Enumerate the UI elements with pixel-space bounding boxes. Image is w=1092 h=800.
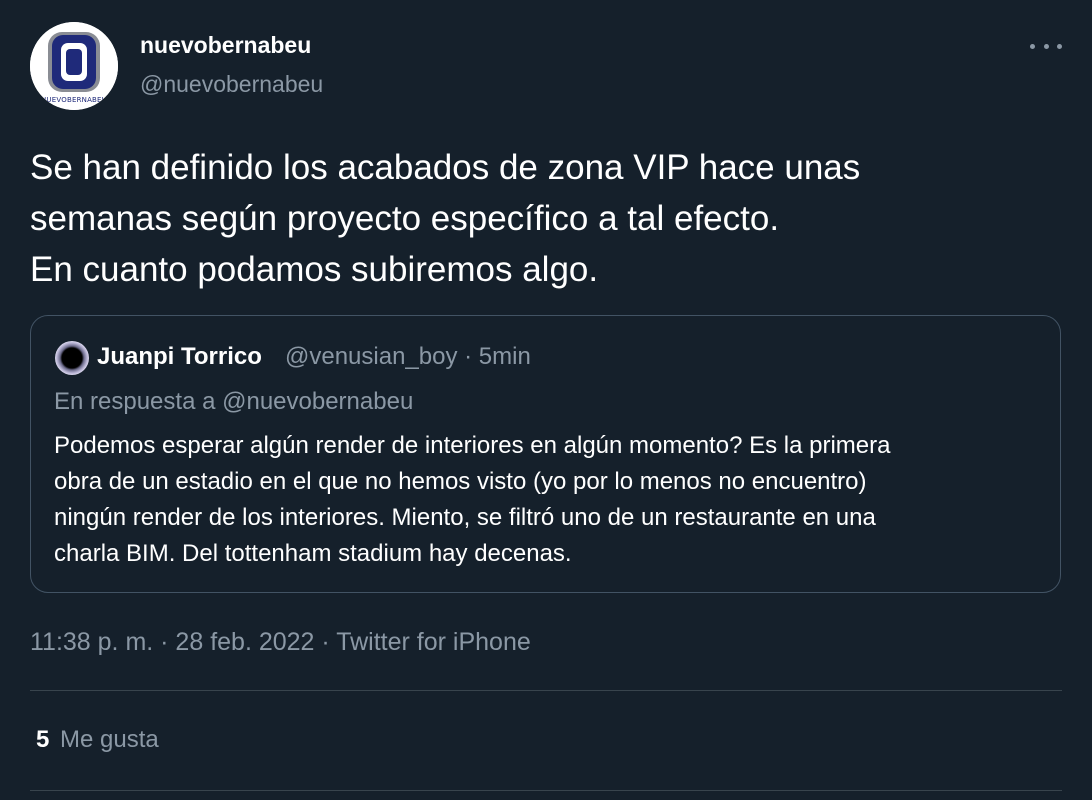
likes-count: 5 xyxy=(36,726,50,753)
author-handle[interactable]: @nuevobernabeu xyxy=(140,71,323,98)
quoted-author-name: Juanpi Torrico xyxy=(97,343,262,370)
nuevobernabeu-logo: NUEVOBERNABEU xyxy=(30,22,118,110)
tweet-timestamp[interactable]: 11:38 p. m. · 28 feb. 2022 · xyxy=(30,628,336,656)
divider xyxy=(30,690,1062,691)
quoted-tweet-card[interactable]: Juanpi Torrico @venusian_boy · 5min En r… xyxy=(30,315,1061,593)
quoted-author-avatar xyxy=(55,341,89,375)
more-options-button[interactable] xyxy=(1030,34,1062,58)
tweet-timestamp-line: 11:38 p. m. · 28 feb. 2022 · Twitter for… xyxy=(30,628,531,657)
quoted-author-meta: @venusian_boy · 5min xyxy=(285,343,531,370)
tweet-source-link[interactable]: Twitter for iPhone xyxy=(336,628,531,656)
more-horizontal-icon xyxy=(1057,43,1062,49)
likes-stat[interactable]: 5 Me gusta xyxy=(36,726,159,754)
tweet-detail: NUEVOBERNABEU nuevobernabeu @nuevobernab… xyxy=(0,0,1092,800)
author-display-name[interactable]: nuevobernabeu xyxy=(140,32,311,59)
more-horizontal-icon xyxy=(1043,43,1049,49)
quoted-tweet-text: Podemos esperar algún render de interior… xyxy=(54,432,891,567)
more-horizontal-icon xyxy=(1030,43,1035,49)
reply-context: En respuesta a @nuevobernabeu xyxy=(54,388,414,415)
tweet-text: Se han definido los acabados de zona VIP… xyxy=(30,148,861,289)
avatar-logo-text: NUEVOBERNABEU xyxy=(41,96,107,104)
likes-label: Me gusta xyxy=(60,726,159,753)
author-avatar[interactable]: NUEVOBERNABEU xyxy=(30,22,118,110)
divider xyxy=(30,790,1062,791)
